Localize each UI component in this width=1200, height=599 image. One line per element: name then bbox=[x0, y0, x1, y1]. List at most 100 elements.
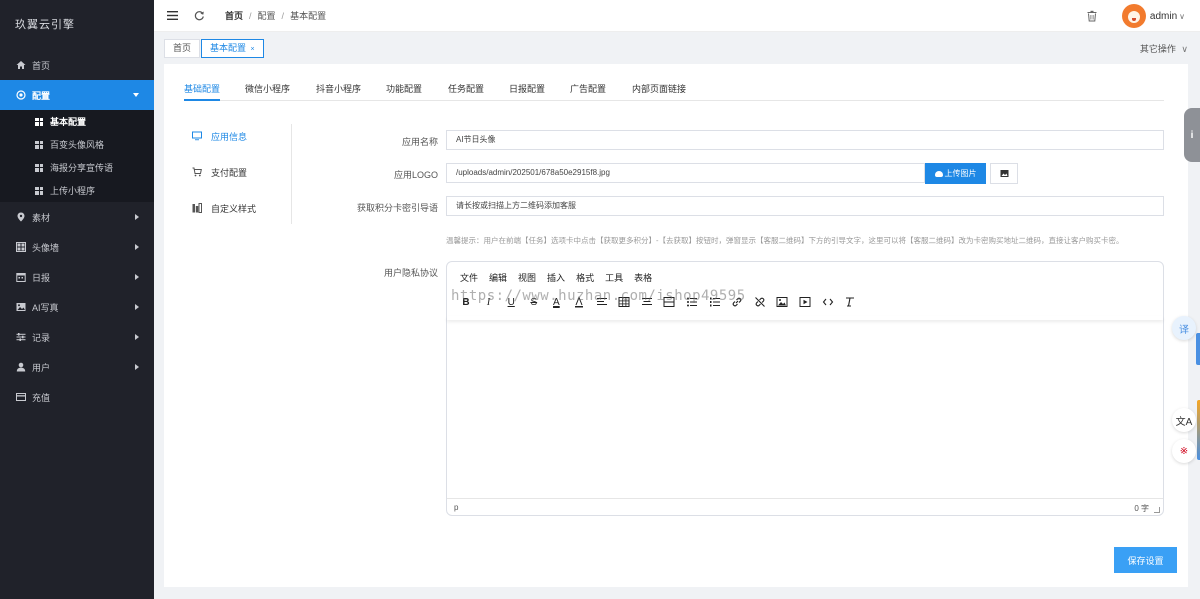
user-icon bbox=[15, 361, 27, 373]
app-logo-input[interactable]: /uploads/admin/202501/678a50e2915f8.jpg bbox=[446, 163, 925, 183]
breadcrumb-config[interactable]: 配置 bbox=[258, 9, 276, 22]
align-left-icon[interactable] bbox=[593, 293, 611, 311]
breadcrumb-current: 基本配置 bbox=[290, 11, 327, 21]
chevron-right-icon bbox=[135, 364, 139, 370]
menu-toggle-icon[interactable] bbox=[165, 9, 179, 23]
chevron-down-icon[interactable]: ∨ bbox=[1179, 12, 1185, 21]
submenu-item-upload-miniprogram[interactable]: 上传小程序 bbox=[0, 179, 154, 202]
sliders-icon bbox=[15, 331, 27, 343]
tab-task-config[interactable]: 任务配置 bbox=[448, 82, 484, 101]
dots-icon[interactable]: ※ bbox=[1172, 439, 1196, 463]
nav-item-daily[interactable]: 日报 bbox=[0, 262, 154, 292]
refresh-icon[interactable] bbox=[192, 9, 206, 23]
page-tab-basic-config[interactable]: 基本配置 × bbox=[201, 39, 264, 58]
submenu-item-label: 海报分享宣传语 bbox=[50, 163, 114, 173]
rich-text-editor[interactable]: 文件 编辑 视图 插入 格式 工具 表格 B I U S A https://w… bbox=[446, 261, 1164, 516]
underline-icon[interactable]: U bbox=[502, 293, 520, 311]
editor-menu-insert[interactable]: 插入 bbox=[547, 271, 565, 284]
editor-menu-tools[interactable]: 工具 bbox=[605, 271, 623, 284]
info-icon[interactable]: i bbox=[1184, 108, 1200, 162]
editor-menu-edit[interactable]: 编辑 bbox=[489, 271, 507, 284]
submenu-item-basic-config[interactable]: 基本配置 bbox=[0, 110, 154, 133]
language-icon[interactable]: 文A bbox=[1172, 408, 1196, 432]
preview-image-button[interactable] bbox=[990, 163, 1018, 184]
section-payment[interactable]: 支付配置 bbox=[192, 165, 247, 179]
breadcrumb-home[interactable]: 首页 bbox=[225, 9, 243, 22]
align-center-icon[interactable] bbox=[638, 293, 656, 311]
home-icon bbox=[15, 59, 27, 71]
editor-toolbar: B I U S A bbox=[457, 292, 864, 312]
nav-item-users[interactable]: 用户 bbox=[0, 352, 154, 382]
translate-icon[interactable]: 译 bbox=[1172, 316, 1196, 340]
bold-icon[interactable]: B bbox=[457, 293, 475, 311]
tab-internal-links[interactable]: 内部页面链接 bbox=[632, 82, 686, 101]
strikethrough-icon[interactable]: S bbox=[525, 293, 543, 311]
cart-icon bbox=[192, 167, 202, 177]
nav-item-label: 素材 bbox=[32, 212, 51, 223]
numbered-list-icon[interactable] bbox=[706, 293, 724, 311]
save-settings-button[interactable]: 保存设置 bbox=[1114, 547, 1177, 573]
section-label: 支付配置 bbox=[211, 167, 248, 178]
insert-media-icon[interactable] bbox=[796, 293, 814, 311]
config-submenu: 基本配置 百变头像风格 海报分享宣传语 上传小程序 bbox=[0, 110, 154, 202]
code-icon[interactable] bbox=[819, 293, 837, 311]
submenu-item-avatar-styles[interactable]: 百变头像风格 bbox=[0, 133, 154, 156]
insert-image-icon[interactable] bbox=[773, 293, 791, 311]
section-custom-style[interactable]: 自定义样式 bbox=[192, 201, 256, 215]
section-menu: 应用信息 支付配置 自定义样式 bbox=[192, 124, 292, 224]
font-color-icon[interactable]: A bbox=[547, 293, 565, 311]
tab-douyin-miniprogram[interactable]: 抖音小程序 bbox=[316, 82, 361, 101]
highlight-color-icon[interactable] bbox=[570, 293, 588, 311]
guide-text-input[interactable]: 请长按或扫描上方二维码添加客服 bbox=[446, 196, 1164, 216]
grid-icon bbox=[35, 140, 43, 149]
align-justify-icon[interactable] bbox=[660, 293, 678, 311]
nav-item-materials[interactable]: 素材 bbox=[0, 202, 154, 232]
nav-item-home[interactable]: 首页 bbox=[0, 50, 154, 80]
app-logo-label: 应用LOGO bbox=[393, 170, 438, 180]
table-icon[interactable] bbox=[615, 293, 633, 311]
tab-basic-config[interactable]: 基础配置 bbox=[184, 82, 221, 101]
nav-item-avatar-wall[interactable]: 头像墙 bbox=[0, 232, 154, 262]
word-count: 0 字 bbox=[1134, 504, 1149, 513]
chevron-down-icon: ∨ bbox=[1181, 44, 1188, 54]
trash-icon[interactable] bbox=[1086, 10, 1098, 22]
avatar[interactable] bbox=[1121, 4, 1146, 28]
nav-item-label: 头像墙 bbox=[32, 242, 60, 253]
nav-item-ai-portrait[interactable]: AI写真 bbox=[0, 292, 154, 322]
nav-item-label: 用户 bbox=[32, 362, 51, 373]
editor-menu-table[interactable]: 表格 bbox=[634, 271, 652, 284]
editor-menu-view[interactable]: 视图 bbox=[518, 271, 536, 284]
nav-item-recharge[interactable]: 充值 bbox=[0, 382, 154, 412]
submenu-item-label: 上传小程序 bbox=[50, 186, 96, 196]
nav-item-records[interactable]: 记录 bbox=[0, 322, 154, 352]
breadcrumb: 首页 / 配置 / 基本配置 bbox=[225, 9, 326, 22]
page-tab-home[interactable]: 首页 bbox=[164, 39, 201, 58]
upload-image-label: 上传图片 bbox=[944, 169, 977, 178]
grid-icon bbox=[35, 186, 43, 195]
tab-feature-config[interactable]: 功能配置 bbox=[386, 82, 422, 101]
element-path[interactable]: p bbox=[454, 503, 458, 512]
app-name-input[interactable]: AI节日头像 bbox=[446, 130, 1164, 150]
section-app-info[interactable]: 应用信息 bbox=[192, 129, 247, 143]
bullet-list-icon[interactable] bbox=[683, 293, 701, 311]
link-icon[interactable] bbox=[728, 293, 746, 311]
italic-icon[interactable]: I bbox=[480, 293, 498, 311]
upload-image-button[interactable]: 上传图片 bbox=[925, 163, 986, 184]
other-operations-label: 其它操作 bbox=[1139, 44, 1176, 54]
tab-ad-config[interactable]: 广告配置 bbox=[570, 82, 606, 101]
breadcrumb-separator: / bbox=[249, 10, 252, 21]
tab-wechat-miniprogram[interactable]: 微信小程序 bbox=[245, 82, 290, 101]
editor-menu-format[interactable]: 格式 bbox=[576, 271, 594, 284]
nav-item-label: 记录 bbox=[32, 332, 51, 343]
submenu-item-poster-slogan[interactable]: 海报分享宣传语 bbox=[0, 156, 154, 179]
resize-handle[interactable] bbox=[1154, 507, 1160, 513]
clear-format-icon[interactable] bbox=[841, 293, 859, 311]
close-icon[interactable]: × bbox=[251, 46, 255, 53]
nav-item-config[interactable]: 配置 bbox=[0, 80, 154, 110]
user-name[interactable]: admin bbox=[1150, 11, 1177, 22]
nav-item-label: 配置 bbox=[32, 90, 51, 101]
editor-menu-file[interactable]: 文件 bbox=[460, 271, 478, 284]
other-operations-dropdown[interactable]: 其它操作 ∨ bbox=[1140, 42, 1188, 55]
unlink-icon[interactable] bbox=[751, 293, 769, 311]
tab-daily-config[interactable]: 日报配置 bbox=[509, 82, 545, 101]
